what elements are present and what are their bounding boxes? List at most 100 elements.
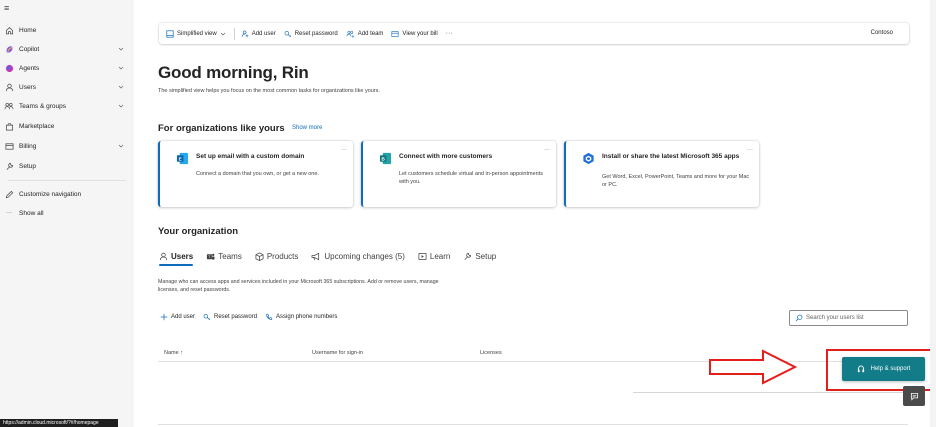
main-content: Simplified view Add user Reset password … [134,0,936,427]
assign-phone-numbers-label: Assign phone numbers [276,314,338,320]
layout-icon [166,29,174,38]
view-bill-button[interactable]: View your bill [391,30,438,38]
ellipsis-icon: ··· [6,210,12,216]
feedback-button[interactable] [903,386,925,406]
key-icon [284,30,291,37]
chevron-down-icon[interactable] [117,83,125,91]
copilot-icon [4,44,14,54]
tab-users[interactable]: Users [159,249,194,266]
help-and-support-button[interactable]: Help & support [842,357,925,381]
column-header-licenses[interactable]: Licenses [480,350,502,356]
sidebar-item-label: Billing [19,142,37,150]
chevron-down-icon[interactable] [117,64,125,72]
organization-tabs: Users T Teams Products Upcoming changes … [159,249,509,266]
sidebar-item-label: Setup [19,162,36,170]
add-user-label: Add user [251,30,276,37]
page-scrollbar[interactable] [930,0,936,427]
chevron-down-icon [220,32,225,35]
column-header-name[interactable]: Name ↑ [164,350,183,356]
tenant-name: Contoso [870,30,893,36]
assign-phone-numbers-action[interactable]: Assign phone numbers [265,313,337,321]
tab-products[interactable]: Products [255,249,299,263]
card-description: Get Word, Excel, PowerPoint, Teams and m… [602,174,750,188]
show-all-label: Show all [19,209,44,217]
sidebar-item-users[interactable]: Users [0,78,134,96]
tab-learn[interactable]: Learn [418,249,450,263]
simplified-view-label: Simplified view [177,30,217,37]
chevron-down-icon[interactable] [117,142,125,150]
simplified-view-dropdown[interactable]: Simplified view [166,29,226,38]
divider-line [158,424,908,425]
recommendations-heading: For organizations like yours [158,123,285,134]
divider-line [633,392,913,393]
more-options-icon[interactable]: ··· [446,30,453,37]
people-add-icon [346,30,354,38]
sidebar-item-setup[interactable]: Setup [0,157,134,175]
reset-password-action[interactable]: Reset password [203,313,257,321]
add-team-button[interactable]: Add team [346,30,384,38]
sidebar-item-marketplace[interactable]: Marketplace [0,117,134,135]
show-all-link[interactable]: ··· Show all [0,204,134,222]
tab-setup[interactable]: Setup [463,249,496,263]
sidebar-item-agents[interactable]: Agents [0,59,134,77]
users-tab-description: Manage who can access apps and services … [158,279,439,293]
sidebar-item-label: Agents [19,64,40,72]
show-more-link[interactable]: Show more [292,125,322,131]
recommendation-card-m365-apps[interactable]: Install or share the latest Microsoft 36… [564,141,759,207]
card-title: Connect with more customers [399,153,493,160]
chevron-down-icon[interactable] [117,102,125,110]
sidebar-item-label: Marketplace [19,122,55,130]
chevron-down-icon[interactable] [117,45,125,53]
people-team-icon [4,101,14,111]
add-team-label: Add team [357,30,384,37]
svg-text:E: E [179,156,182,161]
add-user-button[interactable]: Add user [241,30,276,38]
card-description: Let customers schedule virtual and in-pe… [399,171,543,185]
sidebar-item-billing[interactable]: Billing [0,137,134,155]
plus-icon [160,313,168,321]
search-users-input[interactable]: Search your users list [789,310,908,326]
key-icon [203,314,211,321]
add-user-action[interactable]: Add user [160,313,195,321]
hamburger-menu-icon[interactable]: ≡ [4,3,9,13]
tab-teams[interactable]: T Teams [206,249,242,263]
column-header-username[interactable]: Username for sign-in [312,350,363,356]
headset-help-icon [857,364,864,372]
left-navigation: ≡ Home Copilot Agents Users Teams & grou… [0,0,134,427]
wrench-icon [4,161,14,171]
customize-navigation-label: Customize navigation [19,190,82,198]
recommendation-card-email-domain[interactable]: E Set up email with a custom domain Conn… [158,141,353,207]
video-learning-icon [418,252,427,260]
sidebar-item-teams-groups[interactable]: Teams & groups [0,97,134,115]
add-user-action-label: Add user [171,314,196,320]
search-icon [795,314,803,322]
agents-icon [4,63,14,73]
tab-label: Products [266,251,299,261]
card-more-icon[interactable]: ··· [341,147,347,153]
customize-navigation-link[interactable]: Customize navigation [0,185,134,203]
annotation-arrow-icon [709,349,798,385]
command-divider [233,27,235,40]
sidebar-item-home[interactable]: Home [0,21,134,39]
bookings-icon: B [379,152,392,165]
teams-icon: T [207,253,215,260]
card-more-icon[interactable]: ··· [544,147,550,153]
tab-upcoming-changes[interactable]: Upcoming changes (5) [311,249,405,263]
page-subtitle: The simplified view helps you focus on t… [158,88,380,94]
recommendation-card-bookings[interactable]: B Connect with more customers Let custom… [361,141,556,207]
status-bar-url: https://admin.cloud.microsoft/?#/homepag… [0,419,118,427]
page-title: Good morning, Rin [158,63,309,82]
card-description: Connect a domain that you own, or get a … [196,171,319,177]
wrench-icon [464,252,472,260]
sidebar-item-label: Home [19,26,37,34]
sidebar-item-label: Teams & groups [19,102,66,110]
reset-password-button[interactable]: Reset password [284,30,338,38]
search-placeholder: Search your users list [806,315,864,321]
person-icon [159,252,168,260]
tab-label: Users [171,251,194,261]
organization-heading: Your organization [158,226,239,237]
card-title: Set up email with a custom domain [196,153,305,160]
help-and-support-label: Help & support [870,366,911,372]
sidebar-item-copilot[interactable]: Copilot [0,40,134,58]
card-more-icon[interactable]: ··· [747,147,753,153]
